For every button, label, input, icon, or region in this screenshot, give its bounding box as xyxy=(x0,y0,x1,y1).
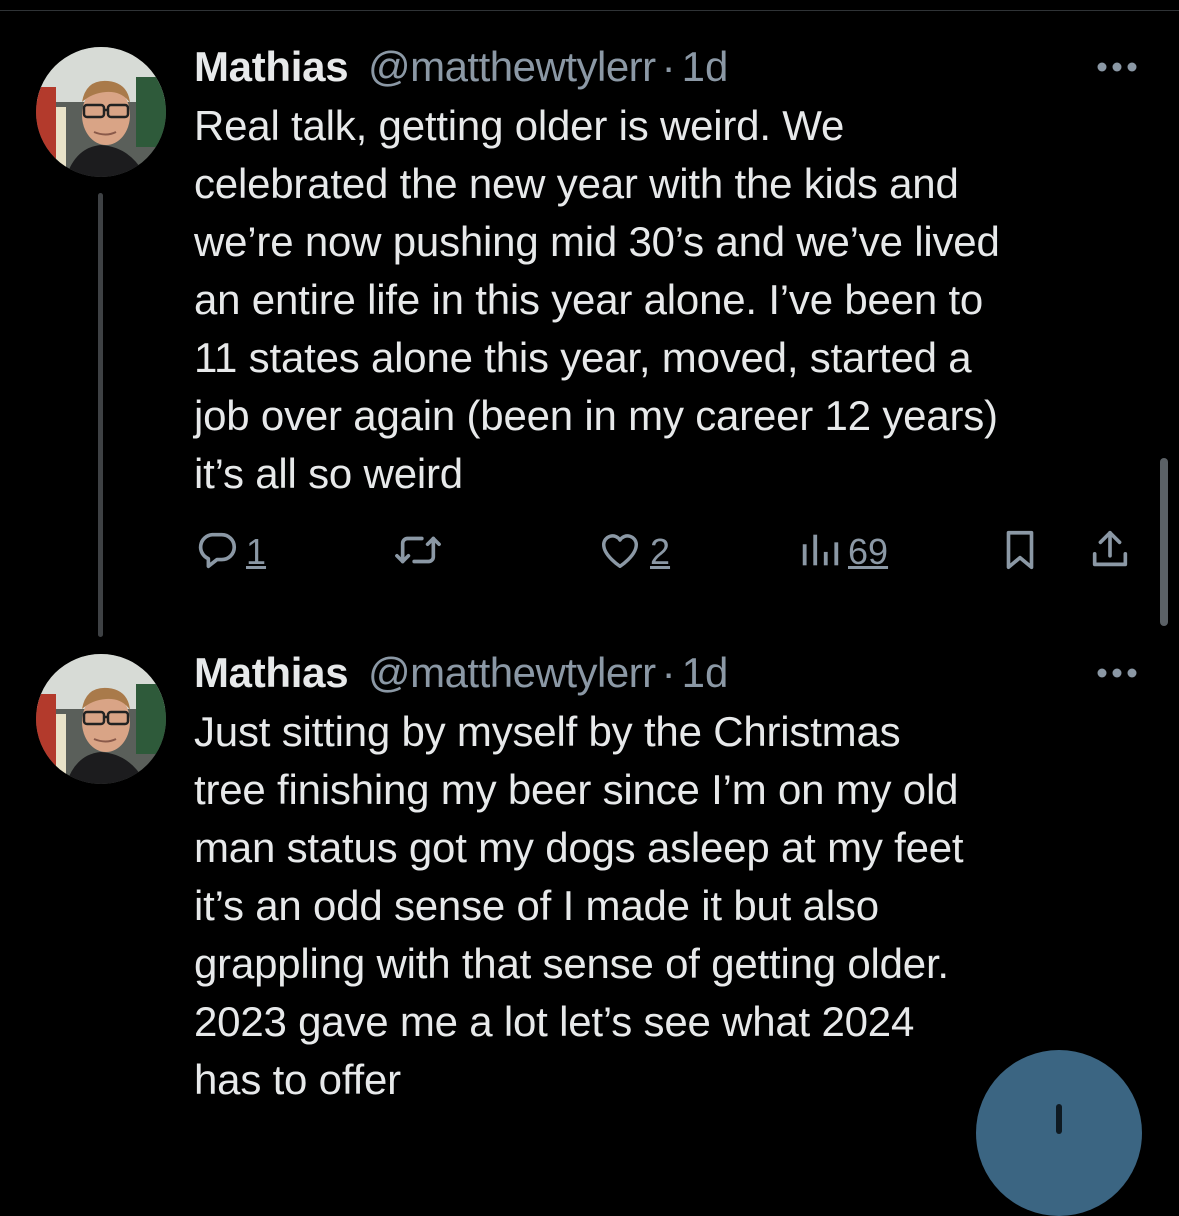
tweet-text: Just sitting by myself by the Christmas … xyxy=(194,703,1154,1109)
text-line: Just sitting by myself by the Christmas xyxy=(194,708,901,755)
bookmark-button[interactable] xyxy=(1000,520,1040,584)
views-icon xyxy=(798,527,842,578)
tweet-header: Mathias @matthewtylerr · 1d xyxy=(194,648,728,698)
text-line: it’s all so weird xyxy=(194,450,463,497)
heart-icon xyxy=(596,527,644,578)
views-button[interactable]: 69 xyxy=(798,520,888,584)
handle[interactable]: @matthewtylerr xyxy=(368,43,656,90)
like-count: 2 xyxy=(650,531,671,572)
display-name[interactable]: Mathias xyxy=(194,649,349,696)
text-line: tree finishing my beer since I’m on my o… xyxy=(194,766,959,813)
text-line: Real talk, getting older is weird. We xyxy=(194,102,845,149)
timestamp[interactable]: 1d xyxy=(682,649,729,696)
avatar[interactable] xyxy=(36,654,166,784)
more-icon[interactable] xyxy=(1094,663,1140,683)
text-line: man status got my dogs asleep at my feet xyxy=(194,824,964,871)
text-line: 11 states alone this year, moved, starte… xyxy=(194,334,972,381)
text-line: job over again (been in my career 12 yea… xyxy=(194,392,998,439)
text-line: it’s an odd sense of I made it but also xyxy=(194,882,879,929)
reply-button[interactable]: 1 xyxy=(194,520,266,584)
retweet-button[interactable] xyxy=(390,520,446,584)
tweet-actions: 1 2 69 xyxy=(194,520,1144,584)
text-line: 2023 gave me a lot let’s see what 2024 xyxy=(194,998,915,1045)
compose-plus-icon xyxy=(1056,1104,1062,1134)
like-button[interactable]: 2 xyxy=(596,520,670,584)
timestamp[interactable]: 1d xyxy=(682,43,729,90)
scrollbar[interactable] xyxy=(1160,458,1168,626)
reply-icon xyxy=(194,527,240,578)
handle[interactable]: @matthewtylerr xyxy=(368,649,656,696)
reply-count: 1 xyxy=(246,531,267,572)
avatar[interactable] xyxy=(36,47,166,177)
display-name[interactable]: Mathias xyxy=(194,43,349,90)
compose-button[interactable] xyxy=(976,1050,1142,1216)
bookmark-icon xyxy=(1000,527,1040,578)
more-icon[interactable] xyxy=(1094,57,1140,77)
top-divider xyxy=(0,10,1179,11)
separator: · xyxy=(661,649,676,696)
share-button[interactable] xyxy=(1088,520,1132,584)
text-line: grappling with that sense of getting old… xyxy=(194,940,949,987)
text-line: celebrated the new year with the kids an… xyxy=(194,160,959,207)
text-line: an entire life in this year alone. I’ve … xyxy=(194,276,984,323)
separator: · xyxy=(661,43,676,90)
view-count: 69 xyxy=(848,531,889,572)
share-icon xyxy=(1088,527,1132,578)
tweet-header: Mathias @matthewtylerr · 1d xyxy=(194,42,728,92)
text-line: we’re now pushing mid 30’s and we’ve liv… xyxy=(194,218,1000,265)
retweet-icon xyxy=(390,527,446,578)
thread-line xyxy=(98,193,103,637)
tweet-text: Real talk, getting older is weird. We ce… xyxy=(194,97,1154,503)
